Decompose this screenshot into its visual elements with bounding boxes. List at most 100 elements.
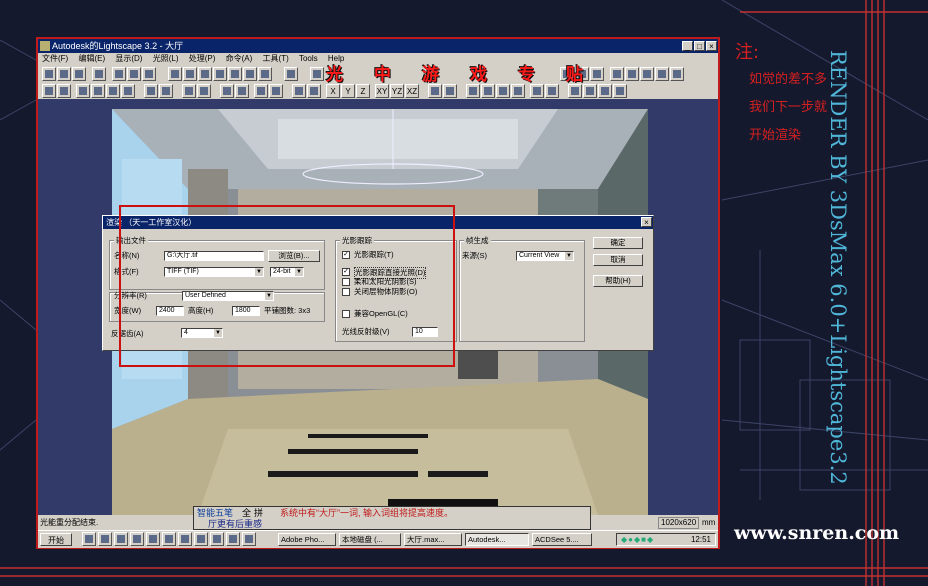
save-icon[interactable] [72, 67, 86, 81]
maximize-button[interactable]: □ [694, 41, 705, 51]
zoom-select-icon[interactable] [106, 84, 120, 98]
snap-icon[interactable] [428, 84, 442, 98]
menu-display[interactable]: 显示(D) [115, 54, 142, 63]
title-bar[interactable]: Autodesk的Lightscape 3.2 - 大厅 _ □ × [38, 39, 718, 53]
orbit-icon[interactable] [307, 84, 321, 98]
import-icon[interactable] [92, 67, 106, 81]
paste-view-icon[interactable] [159, 84, 173, 98]
tool-c-icon[interactable] [496, 84, 510, 98]
select-arrow-icon[interactable] [42, 84, 56, 98]
quicklaunch-k-icon[interactable] [242, 532, 256, 546]
select-help-icon[interactable] [57, 84, 71, 98]
light-icon[interactable] [310, 67, 324, 81]
process-stop-icon[interactable] [590, 67, 604, 81]
copy-view-icon[interactable] [144, 84, 158, 98]
tool-d-icon[interactable] [511, 84, 525, 98]
walk-icon[interactable] [220, 84, 234, 98]
tray-icons[interactable]: ◆●◆■◆ [621, 534, 654, 546]
ortho-icon[interactable] [197, 84, 211, 98]
tool-e-icon[interactable] [545, 84, 559, 98]
add-light-icon[interactable] [254, 84, 268, 98]
render-icon[interactable] [127, 67, 141, 81]
dialog-close-button[interactable]: × [641, 217, 652, 227]
plane-xy-button[interactable]: XY [375, 84, 389, 98]
menu-edit[interactable]: 编辑(E) [78, 54, 105, 63]
layers2-icon[interactable] [568, 84, 582, 98]
materials-icon[interactable] [625, 67, 639, 81]
grid-icon[interactable] [443, 84, 457, 98]
close-button[interactable]: × [706, 41, 717, 51]
zoom-prev-icon[interactable] [121, 84, 135, 98]
quicklaunch-mail-icon[interactable] [114, 532, 128, 546]
perspective-icon[interactable] [182, 84, 196, 98]
quicklaunch-d-icon[interactable] [130, 532, 144, 546]
ime-message: 系统中有“大厅”一词, 输入词组将提高速度。 [280, 508, 453, 518]
camera-icon[interactable] [269, 84, 283, 98]
open-file-icon[interactable] [57, 67, 71, 81]
zoom-icon[interactable] [284, 67, 298, 81]
minimize-button[interactable]: _ [682, 41, 693, 51]
start-button[interactable]: 开始 [40, 533, 72, 546]
overlay-title-char-3: 游 [422, 65, 439, 85]
zoom-extents-icon[interactable] [91, 84, 105, 98]
source-select[interactable]: Current View ▼ [516, 251, 574, 261]
cancel-button[interactable]: 取消 [593, 254, 643, 266]
view-shade-icon[interactable] [198, 67, 212, 81]
view-radiosity-icon[interactable] [258, 67, 272, 81]
task-acdsee[interactable]: ACDSee 5.... [532, 533, 592, 546]
plane-yz-button[interactable]: YZ [390, 84, 404, 98]
view-wire-icon[interactable] [183, 67, 197, 81]
blocks-icon[interactable] [655, 67, 669, 81]
quicklaunch-j-icon[interactable] [226, 532, 240, 546]
axis-z-button[interactable]: Z [356, 84, 370, 98]
view-mesh-icon[interactable] [243, 67, 257, 81]
quicklaunch-h-icon[interactable] [194, 532, 208, 546]
tray-clock: 12:51 [690, 535, 711, 544]
view-texture-icon[interactable] [213, 67, 227, 81]
task-autodesk[interactable]: Autodesk... [465, 533, 529, 546]
rotate-icon[interactable] [292, 84, 306, 98]
tool-b-icon[interactable] [481, 84, 495, 98]
app-icon [40, 41, 50, 51]
quicklaunch-e-icon[interactable] [146, 532, 160, 546]
tool-a-icon[interactable] [466, 84, 480, 98]
help-button[interactable]: 帮助(H) [593, 275, 643, 287]
layers-icon[interactable] [640, 67, 654, 81]
view-light-icon[interactable] [228, 67, 242, 81]
toolbar-view: X Y Z XY YZ XZ [40, 83, 716, 99]
walk-person-icon[interactable] [530, 84, 544, 98]
overlay-title-char-5: 专 [518, 65, 535, 85]
print-icon[interactable] [112, 67, 126, 81]
globe-icon[interactable] [583, 84, 597, 98]
axis-y-button[interactable]: Y [341, 84, 355, 98]
quicklaunch-ie-icon[interactable] [98, 532, 112, 546]
overlay-title-char-2: 中 [374, 65, 391, 85]
task-max-file[interactable]: 大厅.max... [404, 533, 462, 546]
stats-icon[interactable] [670, 67, 684, 81]
daylight-icon[interactable] [610, 67, 624, 81]
ok-button[interactable]: 确定 [593, 237, 643, 249]
new-file-icon[interactable] [42, 67, 56, 81]
quicklaunch-i-icon[interactable] [210, 532, 224, 546]
menu-tools[interactable]: Tools [299, 54, 318, 63]
plane-xz-button[interactable]: XZ [405, 84, 419, 98]
help-pointer-icon[interactable] [142, 67, 156, 81]
quicklaunch-desktop-icon[interactable] [82, 532, 96, 546]
render-green-icon[interactable] [598, 84, 612, 98]
axis-x-button[interactable]: X [326, 84, 340, 98]
zoom-window-icon[interactable] [76, 84, 90, 98]
fly-icon[interactable] [235, 84, 249, 98]
view-solid-icon[interactable] [168, 67, 182, 81]
task-photoshop[interactable]: Adobe Pho... [278, 533, 336, 546]
tool-f-icon[interactable] [613, 84, 627, 98]
menu-light[interactable]: 光照(L) [153, 54, 179, 63]
quicklaunch-f-icon[interactable] [162, 532, 176, 546]
task-local-disk[interactable]: 本地磁盘 (... [339, 533, 401, 546]
menu-file[interactable]: 文件(F) [42, 54, 68, 63]
quicklaunch-g-icon[interactable] [178, 532, 192, 546]
ime-candidates[interactable]: 厅更有后重感 [208, 518, 262, 530]
menu-process[interactable]: 处理(P) [189, 54, 216, 63]
menu-command[interactable]: 命令(A) [226, 54, 253, 63]
overlay-title-char-1: 光 [326, 65, 343, 85]
menu-tools-cn[interactable]: 工具(T) [263, 54, 289, 63]
